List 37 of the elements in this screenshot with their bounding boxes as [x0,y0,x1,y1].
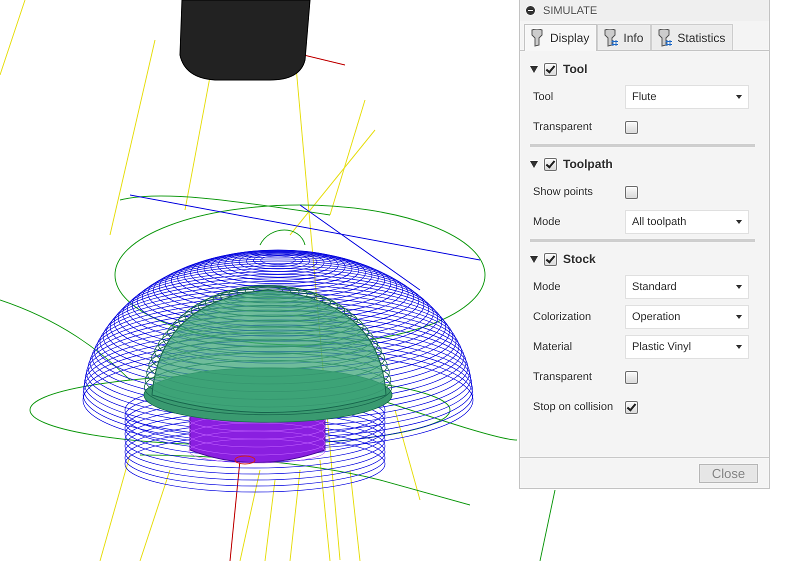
field-label: Transparent [533,371,593,383]
field-label: Show points [533,186,594,198]
tool-hash-icon [603,28,620,46]
field-label: Stop on collision [533,401,614,413]
caret-icon [736,285,742,289]
caret-icon [736,315,742,319]
dropdown[interactable]: Flute [625,85,749,109]
field-label: Colorization [533,311,592,323]
field-label: Material [533,341,574,353]
section-title: Toolpath [563,157,613,171]
checkbox[interactable] [544,158,557,170]
tab[interactable]: Statistics [651,24,734,50]
checkbox[interactable] [544,252,557,266]
tool-hash-icon [657,28,674,46]
caret-icon [736,95,742,99]
panel-title: SIMULATE [543,4,598,16]
checkbox[interactable] [625,370,638,384]
dropdown[interactable]: All toolpath [625,210,749,234]
dropdown[interactable]: Standard [625,275,749,299]
tab[interactable]: Info [597,24,652,50]
collapse-icon[interactable] [526,6,535,15]
checkbox[interactable] [625,120,638,134]
field-label: Tool [533,91,554,103]
checkbox[interactable] [544,62,557,76]
field-label: Mode [533,216,562,228]
checkbox[interactable] [625,186,638,198]
dropdown[interactable]: Plastic Vinyl [625,335,749,359]
tab[interactable]: Display [524,24,598,51]
dropdown[interactable]: Operation [625,305,749,329]
section-title: Stock [563,252,596,266]
field-label: Mode [533,281,562,293]
caret-icon [736,220,742,224]
toolpath-line [540,490,556,561]
checkbox[interactable] [625,400,638,414]
section-title: Tool [563,62,588,76]
caret-icon [736,345,742,349]
field-label: Transparent [533,121,593,133]
